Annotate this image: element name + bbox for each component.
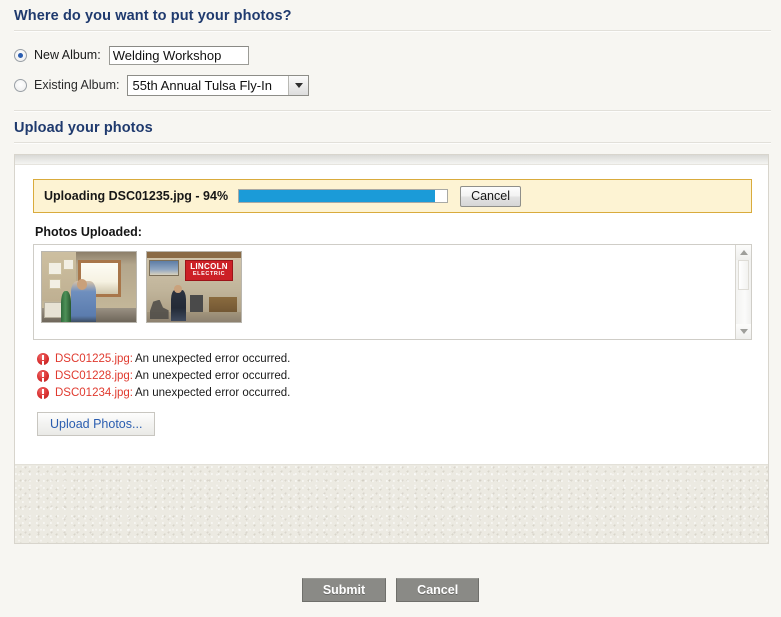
upload-progress-bar: [238, 189, 449, 203]
existing-album-label: Existing Album:: [34, 78, 120, 92]
existing-album-selected-value: 55th Annual Tulsa Fly-In: [132, 77, 272, 93]
error-filename: DSC01228.jpg:: [55, 370, 133, 382]
panel-top-strip: [15, 155, 768, 165]
upload-panel-body: Uploading DSC01235.jpg - 94% Cancel Phot…: [15, 165, 768, 450]
thumbnail-scrollbar[interactable]: [735, 245, 751, 339]
error-icon: [37, 387, 49, 399]
new-album-radio[interactable]: [14, 48, 27, 62]
album-options: New Album: Existing Album: 55th Annual T…: [0, 32, 781, 110]
error-filename: DSC01234.jpg:: [55, 387, 133, 399]
error-icon: [37, 353, 49, 365]
error-icon: [37, 370, 49, 382]
scroll-down-arrow-icon[interactable]: [736, 324, 751, 339]
photo-thumbnail[interactable]: [41, 251, 137, 323]
photo-upload-dialog: Where do you want to put your photos? Ne…: [0, 0, 781, 617]
upload-status-text: Uploading DSC01235.jpg - 94%: [44, 189, 229, 203]
scrollbar-thumb[interactable]: [738, 260, 749, 290]
new-album-input[interactable]: [108, 45, 249, 65]
cancel-upload-button[interactable]: Cancel: [460, 185, 521, 207]
error-message: An unexpected error occurred.: [135, 353, 291, 365]
lincoln-electric-banner: LINCOLN ELECTRIC: [184, 259, 234, 281]
scrollbar-track[interactable]: [736, 290, 751, 324]
new-album-row[interactable]: New Album:: [0, 40, 781, 70]
thumbnail-area: LINCOLN ELECTRIC: [34, 245, 735, 339]
photo-thumbnail[interactable]: LINCOLN ELECTRIC: [146, 251, 242, 323]
panel-texture-area: [15, 464, 768, 543]
album-section-heading: Where do you want to put your photos?: [14, 8, 292, 24]
banner-line-1: LINCOLN: [190, 261, 228, 271]
chevron-down-icon[interactable]: [288, 75, 309, 95]
photos-uploaded-list: LINCOLN ELECTRIC: [33, 244, 752, 340]
cancel-button[interactable]: Cancel: [396, 578, 480, 602]
existing-album-radio[interactable]: [14, 78, 27, 92]
upload-status-banner: Uploading DSC01235.jpg - 94% Cancel: [33, 179, 752, 213]
banner-line-2: ELECTRIC: [192, 270, 226, 277]
submit-button[interactable]: Submit: [301, 578, 387, 602]
list-item: DSC01228.jpg: An unexpected error occurr…: [37, 368, 752, 384]
dialog-actions: Submit Cancel: [0, 578, 781, 602]
photos-uploaded-label: Photos Uploaded:: [35, 225, 142, 239]
upload-progress-fill: [239, 190, 435, 202]
upload-photos-button[interactable]: Upload Photos...: [37, 412, 156, 436]
error-message: An unexpected error occurred.: [135, 387, 291, 399]
error-list: DSC01225.jpg: An unexpected error occurr…: [37, 351, 752, 401]
upload-panel: Uploading DSC01235.jpg - 94% Cancel Phot…: [14, 154, 769, 544]
scroll-up-arrow-icon[interactable]: [736, 245, 751, 260]
upload-section-heading: Upload your photos: [14, 120, 153, 136]
list-item: DSC01234.jpg: An unexpected error occurr…: [37, 385, 752, 401]
existing-album-select[interactable]: 55th Annual Tulsa Fly-In: [127, 74, 310, 96]
upload-heading-divider: [14, 142, 771, 144]
existing-album-row[interactable]: Existing Album: 55th Annual Tulsa Fly-In: [0, 70, 781, 100]
error-filename: DSC01225.jpg:: [55, 353, 133, 365]
list-item: DSC01225.jpg: An unexpected error occurr…: [37, 351, 752, 367]
new-album-label: New Album:: [34, 48, 101, 62]
error-message: An unexpected error occurred.: [135, 370, 291, 382]
